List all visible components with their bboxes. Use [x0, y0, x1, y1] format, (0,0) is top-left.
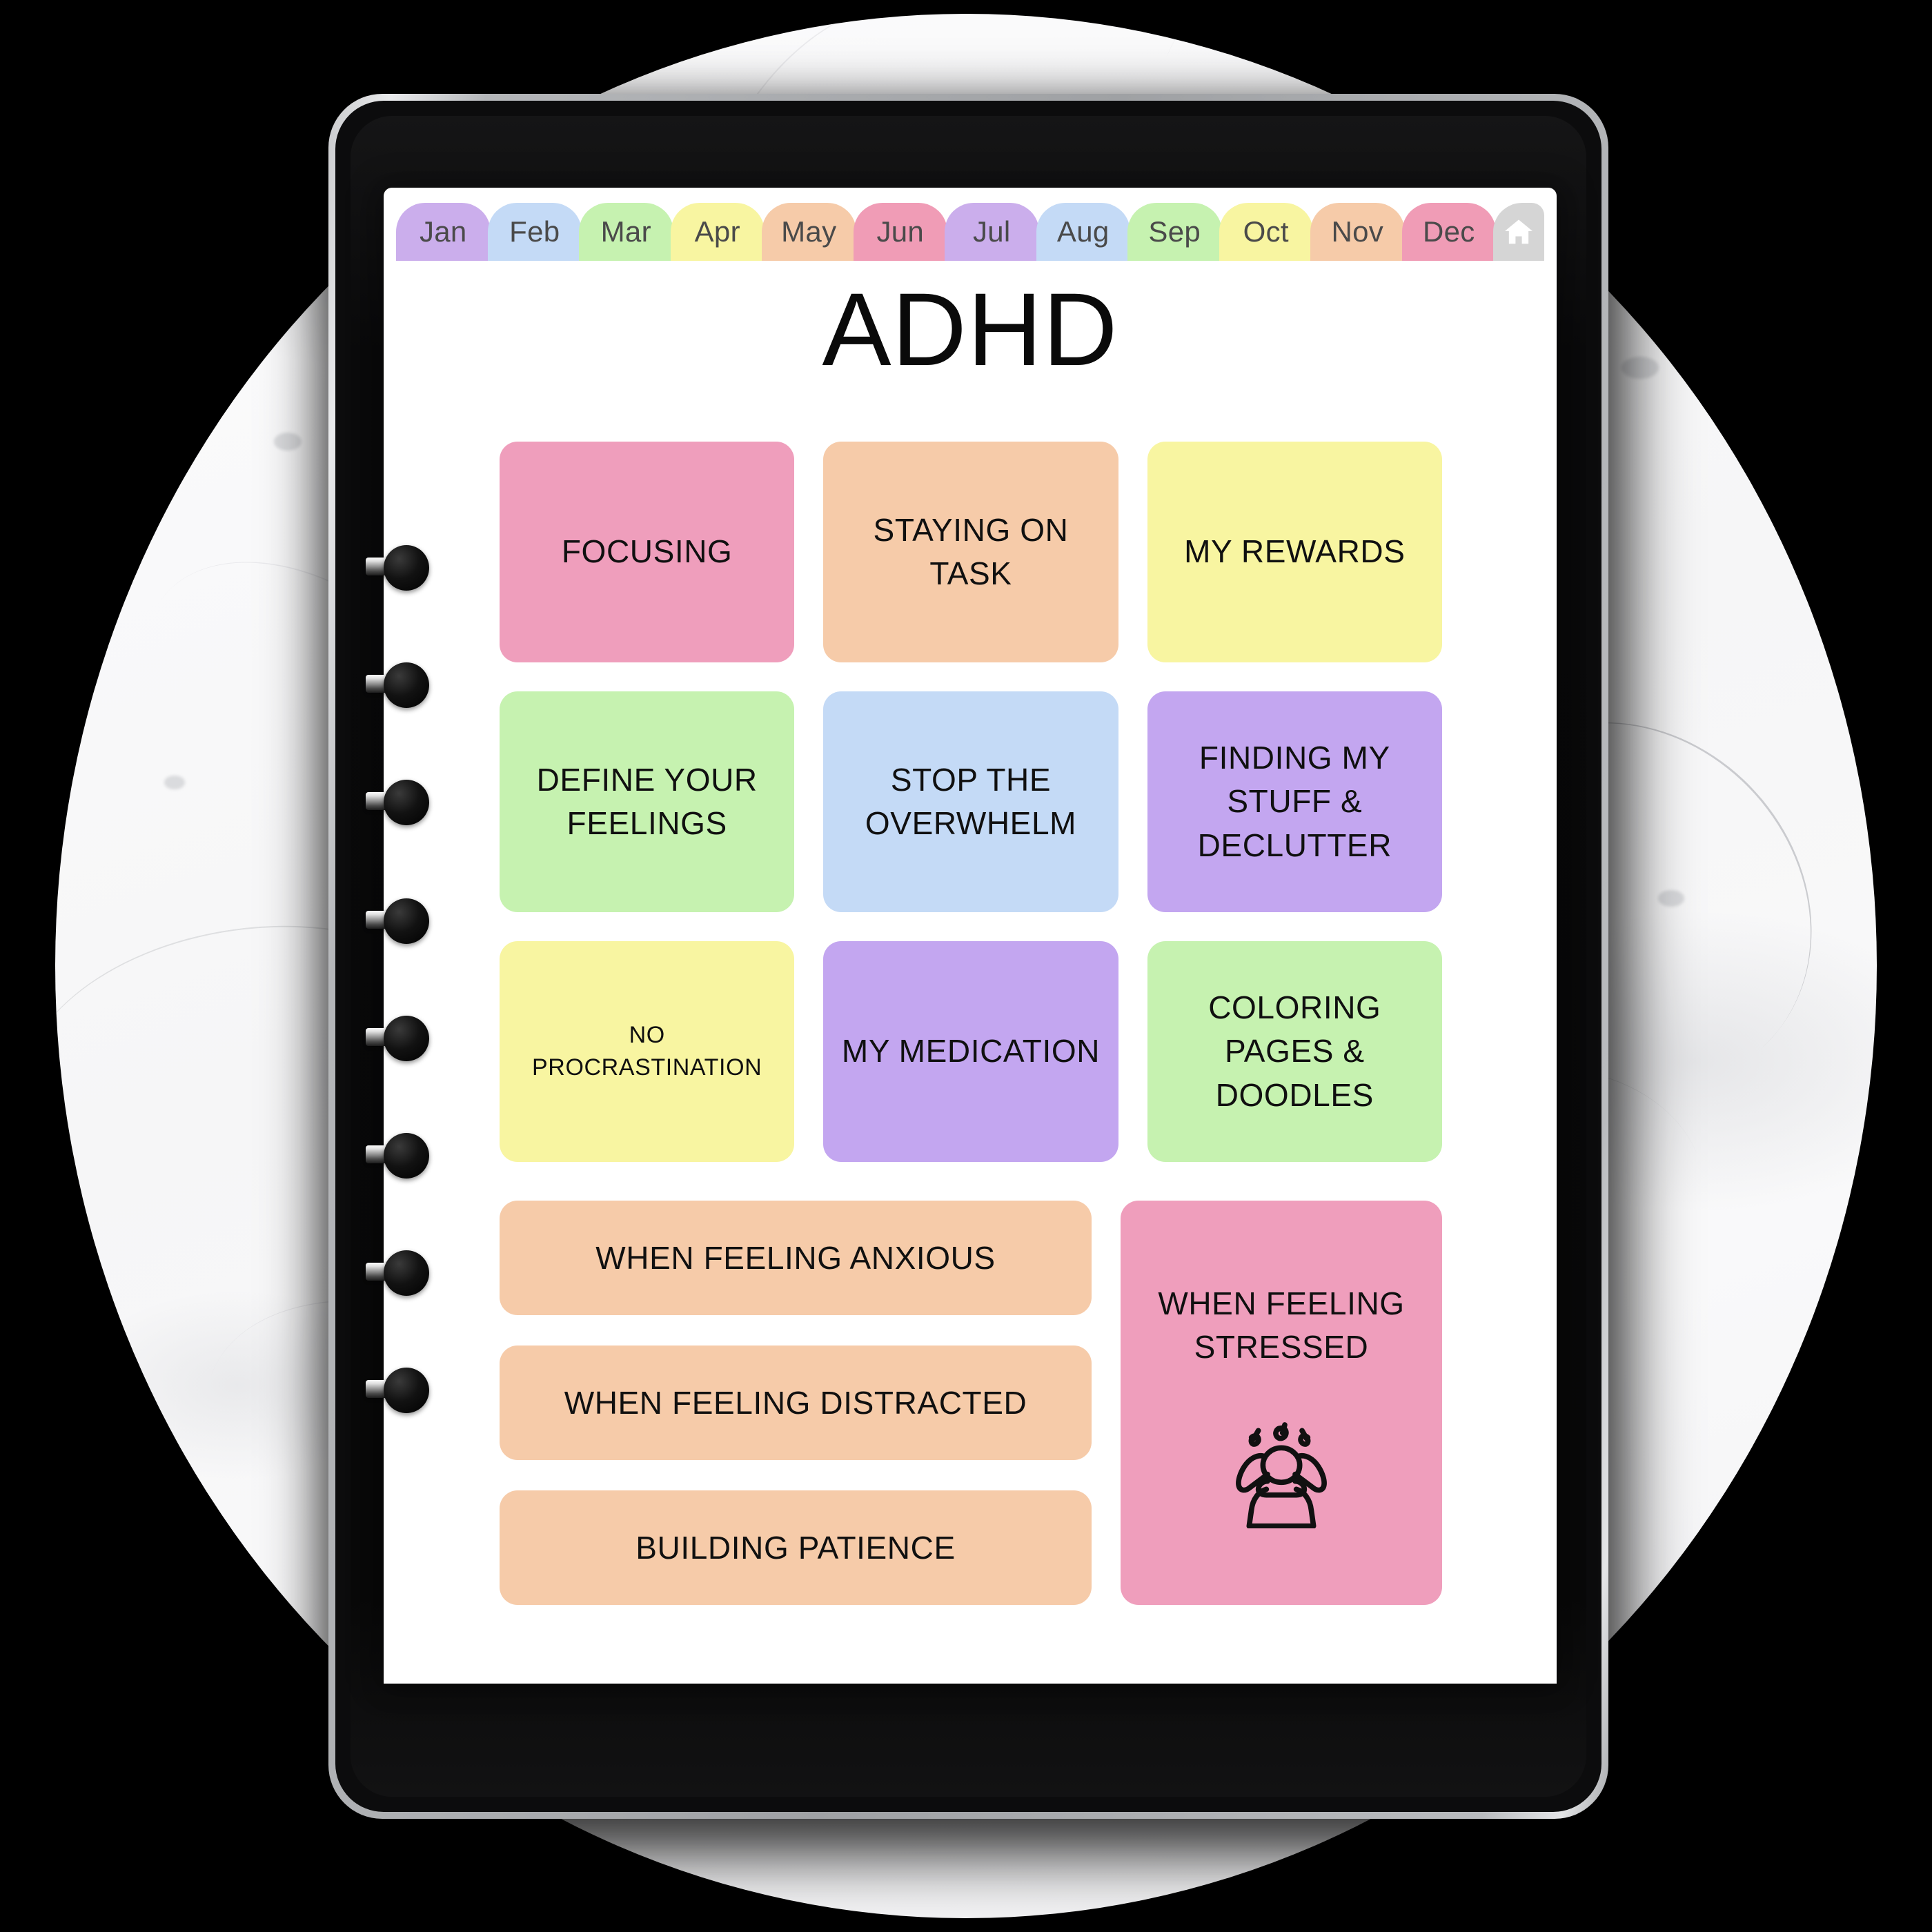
ring-disc	[384, 1250, 429, 1296]
tile-define-your-feelings[interactable]: DEFINE YOUR FEELINGS	[500, 691, 795, 912]
month-tab-strip: Jan Feb Mar Apr May Jun Jul Aug Sep Oct …	[396, 203, 1544, 261]
tile-label: WHEN FEELING STRESSED	[1158, 1285, 1405, 1366]
tab-sep[interactable]: Sep	[1127, 203, 1222, 261]
tile-my-medication[interactable]: MY MEDICATION	[823, 941, 1118, 1162]
tab-label: Aug	[1056, 215, 1110, 248]
tile-label: STOP THE OVERWHELM	[865, 761, 1077, 841]
tab-oct[interactable]: Oct	[1219, 203, 1313, 261]
topic-tile-grid: FOCUSING STAYING ON TASK MY REWARDS DEFI…	[500, 442, 1442, 1162]
tab-label: Oct	[1243, 215, 1289, 248]
ring-disc	[384, 1368, 429, 1413]
tab-jun[interactable]: Jun	[853, 203, 947, 261]
tab-dec[interactable]: Dec	[1401, 203, 1496, 261]
bar-label: WHEN FEELING ANXIOUS	[595, 1240, 996, 1276]
bar-when-feeling-anxious[interactable]: WHEN FEELING ANXIOUS	[500, 1201, 1092, 1315]
bar-building-patience[interactable]: BUILDING PATIENCE	[500, 1490, 1092, 1605]
tab-home[interactable]	[1493, 203, 1544, 261]
feeling-bar-column: WHEN FEELING ANXIOUS WHEN FEELING DISTRA…	[500, 1201, 1092, 1605]
tab-nov[interactable]: Nov	[1310, 203, 1405, 261]
tile-label: NO PROCRASTINATION	[532, 1022, 762, 1081]
tab-label: Nov	[1331, 215, 1384, 248]
screenshot-stage: Jan Feb Mar Apr May Jun Jul Aug Sep Oct …	[0, 0, 1932, 1932]
tile-my-rewards[interactable]: MY REWARDS	[1147, 442, 1442, 662]
tile-staying-on-task[interactable]: STAYING ON TASK	[823, 442, 1118, 662]
ring-disc	[384, 1016, 429, 1061]
tile-no-procrastination[interactable]: NO PROCRASTINATION	[500, 941, 795, 1162]
ring-disc	[384, 662, 429, 708]
bar-label: WHEN FEELING DISTRACTED	[564, 1385, 1027, 1421]
tab-label: Feb	[509, 215, 560, 248]
tab-may[interactable]: May	[762, 203, 856, 261]
tab-aug[interactable]: Aug	[1036, 203, 1130, 261]
bottom-section: WHEN FEELING ANXIOUS WHEN FEELING DISTRA…	[500, 1201, 1442, 1605]
tab-jul[interactable]: Jul	[945, 203, 1039, 261]
tile-when-feeling-stressed[interactable]: WHEN FEELING STRESSED	[1121, 1201, 1442, 1605]
tile-label: FOCUSING	[561, 533, 733, 570]
tab-jan[interactable]: Jan	[396, 203, 491, 261]
tile-label: STAYING ON TASK	[873, 511, 1069, 591]
tile-row-1: FOCUSING STAYING ON TASK MY REWARDS	[500, 442, 1442, 662]
tile-stop-the-overwhelm[interactable]: STOP THE OVERWHELM	[823, 691, 1118, 912]
tab-label: May	[781, 215, 837, 248]
tab-label: Apr	[694, 215, 740, 248]
tab-apr[interactable]: Apr	[670, 203, 765, 261]
bar-label: BUILDING PATIENCE	[635, 1530, 956, 1566]
bar-when-feeling-distracted[interactable]: WHEN FEELING DISTRACTED	[500, 1346, 1092, 1460]
page-title: ADHD	[822, 271, 1118, 387]
tab-label: Jun	[876, 215, 925, 248]
stressed-person-icon	[1236, 1422, 1327, 1528]
tab-feb[interactable]: Feb	[487, 203, 582, 261]
ring-disc	[384, 545, 429, 591]
tile-label: COLORING PAGES & DOODLES	[1208, 989, 1381, 1113]
ring-disc	[384, 1133, 429, 1179]
tab-label: Jul	[972, 215, 1011, 248]
tile-label: MY MEDICATION	[841, 1033, 1101, 1070]
tile-focusing[interactable]: FOCUSING	[500, 442, 795, 662]
tab-label: Sep	[1148, 215, 1201, 248]
tab-label: Jan	[419, 215, 467, 248]
digital-planner-page: Jan Feb Mar Apr May Jun Jul Aug Sep Oct …	[384, 188, 1557, 1684]
tile-coloring-pages-doodles[interactable]: COLORING PAGES & DOODLES	[1147, 941, 1442, 1162]
home-icon	[1505, 219, 1532, 244]
tab-label: Dec	[1422, 215, 1475, 248]
ring-disc	[384, 780, 429, 825]
ring-disc	[384, 898, 429, 944]
tab-mar[interactable]: Mar	[579, 203, 673, 261]
tile-row-2: DEFINE YOUR FEELINGS STOP THE OVERWHELM …	[500, 691, 1442, 912]
tile-label: FINDING MY STUFF & DECLUTTER	[1197, 739, 1392, 863]
tab-label: Mar	[600, 215, 651, 248]
tile-label: MY REWARDS	[1184, 533, 1406, 570]
tile-finding-my-stuff-declutter[interactable]: FINDING MY STUFF & DECLUTTER	[1147, 691, 1442, 912]
tile-label: DEFINE YOUR FEELINGS	[536, 761, 758, 841]
tile-row-3: NO PROCRASTINATION MY MEDICATION COLORIN…	[500, 941, 1442, 1162]
